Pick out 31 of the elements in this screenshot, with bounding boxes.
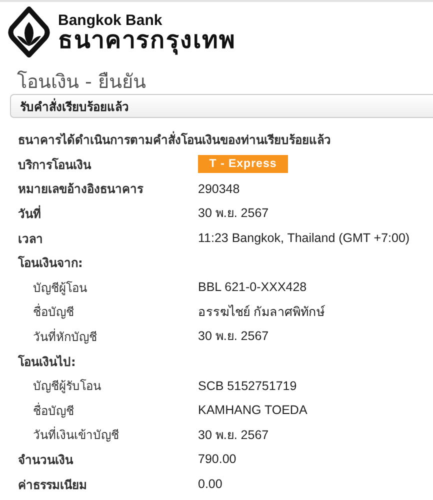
field-label: ชื่อบัญชี [32, 402, 75, 420]
service-badge: T - Express [198, 155, 288, 174]
field-value: อรรฆไชย์ กัมลาศพิทักษ์ [198, 304, 324, 321]
section-label: โอนเงินไป: [18, 354, 77, 371]
field-value: 0.00 [198, 477, 222, 492]
field-label: วันที่หักบัญชี [32, 328, 98, 346]
field-label: บริการโอนเงิน [18, 156, 92, 174]
field-label: วันที่ [18, 204, 42, 223]
field-label: ค่าธรรมเนียม [18, 476, 88, 494]
field-value: KAMHANG TOEDA [198, 403, 308, 418]
confirmation-message: ธนาคารได้ดำเนินการตามคำสั่งโอนเงินของท่านเรียบร้อยแล้ว [17, 130, 332, 149]
field-label: บัญชีผู้รับโอน [32, 378, 102, 396]
status-text: รับคำสั่งเรียบร้อยแล้ว [20, 97, 129, 116]
field-value: 30 พ.ย. 2567 [198, 205, 269, 222]
field-value: 790.00 [198, 452, 236, 466]
field-label: หมายเลขอ้างอิงธนาคาร [18, 181, 144, 198]
field-value: 30 พ.ย. 2567 [198, 328, 269, 346]
field-value: 11:23 Bangkok, Thailand (GMT +7:00) [198, 231, 410, 246]
lotus-logo-icon [8, 6, 50, 58]
field-label: จำนวนเงิน [18, 452, 74, 469]
field-value: 30 พ.ย. 2567 [198, 426, 269, 444]
field-label: บัญชีผู้โอน [32, 280, 88, 297]
bank-name: Bangkok Bank [58, 12, 164, 28]
section-label: โอนเงินจาก: [18, 254, 84, 272]
field-value: SCB 5152751719 [198, 378, 297, 393]
field-label: วันที่เงินเข้าบัญชี [32, 426, 120, 444]
field-value: BBL 621-0-XXX428 [198, 280, 307, 294]
field-label: ชื่อบัญชี [32, 302, 75, 322]
page-title: โอนเงิน - ยืนยัน [16, 70, 147, 94]
field-value: 290348 [198, 182, 240, 196]
field-label: เวลา [18, 230, 44, 248]
